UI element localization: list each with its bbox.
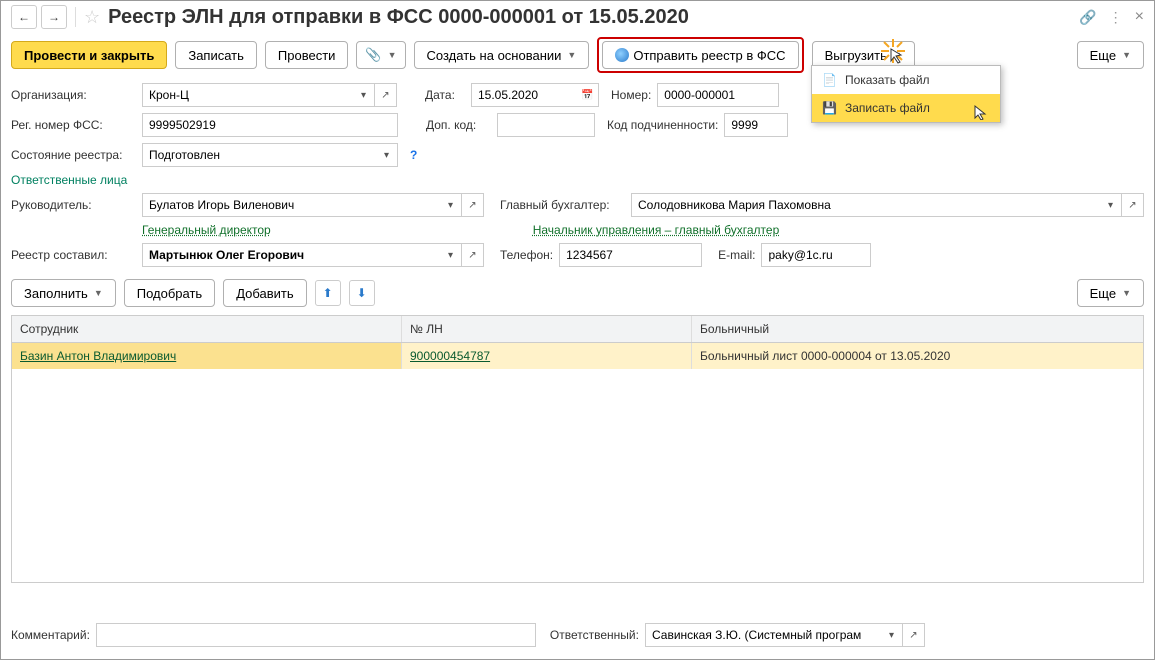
col-sick-leave[interactable]: Больничный: [692, 316, 1143, 342]
pick-button[interactable]: Подобрать: [124, 279, 215, 307]
chevron-down-icon: ▼: [94, 288, 103, 298]
responsible-persons-title: Ответственные лица: [11, 173, 1144, 187]
create-based-button[interactable]: Создать на основании ▼: [414, 41, 590, 69]
dropdown-icon[interactable]: ▾: [353, 83, 375, 107]
menu-item-label: Записать файл: [845, 101, 930, 115]
move-down-button[interactable]: ⬇: [349, 280, 375, 306]
add-button[interactable]: Добавить: [223, 279, 306, 307]
menu-item-show-file[interactable]: 📄 Показать файл: [812, 66, 1000, 94]
globe-icon: [615, 48, 629, 62]
head-position-link[interactable]: Генеральный директор: [142, 223, 271, 237]
sick-leave-cell: Больничный лист 0000-000004 от 13.05.202…: [692, 343, 1143, 369]
chief-acc-input[interactable]: [631, 193, 1100, 217]
post-and-close-button[interactable]: Провести и закрыть: [11, 41, 167, 69]
table-empty-area: [12, 369, 1143, 582]
nav-back-button[interactable]: ←: [11, 5, 37, 29]
chevron-down-icon: ▼: [567, 50, 576, 60]
chief-acc-label: Главный бухгалтер:: [500, 198, 625, 212]
dop-code-label: Доп. код:: [426, 118, 491, 132]
menu-item-write-file[interactable]: 💾 Записать файл: [812, 94, 1000, 122]
favorite-icon[interactable]: ☆: [84, 7, 100, 28]
chevron-down-icon: ▼: [893, 50, 902, 60]
reg-fss-label: Рег. номер ФСС:: [11, 118, 136, 132]
open-icon[interactable]: ↗: [903, 623, 925, 647]
arrow-down-icon: ⬇: [357, 286, 367, 300]
page-title: Реестр ЭЛН для отправки в ФСС 0000-00000…: [108, 6, 1075, 29]
dropdown-icon[interactable]: ▾: [1100, 193, 1122, 217]
acc-position-link[interactable]: Начальник управления – главный бухгалтер: [533, 223, 780, 237]
more-label: Еще: [1090, 48, 1116, 63]
link-icon[interactable]: 🔗: [1079, 9, 1096, 26]
save-icon: 💾: [822, 101, 837, 115]
state-input[interactable]: [142, 143, 376, 167]
comment-input[interactable]: [96, 623, 536, 647]
chevron-down-icon: ▼: [1122, 50, 1131, 60]
post-button[interactable]: Провести: [265, 41, 349, 69]
table-header: Сотрудник № ЛН Больничный: [12, 316, 1143, 343]
reg-fss-input[interactable]: [142, 113, 398, 137]
create-based-label: Создать на основании: [427, 48, 562, 63]
email-input[interactable]: [761, 243, 871, 267]
date-input[interactable]: [471, 83, 577, 107]
paperclip-icon: 📎: [365, 47, 381, 63]
open-icon[interactable]: ↗: [1122, 193, 1144, 217]
open-icon[interactable]: ↗: [462, 193, 484, 217]
calendar-icon[interactable]: 📅: [577, 83, 599, 107]
more-button[interactable]: Еще ▼: [1077, 41, 1144, 69]
highlighted-send-button-frame: Отправить реестр в ФСС: [597, 37, 803, 73]
phone-label: Телефон:: [500, 248, 553, 262]
dropdown-icon[interactable]: ▾: [440, 193, 462, 217]
number-label: Номер:: [611, 88, 651, 102]
nav-separator: [75, 7, 76, 27]
responsible-label: Ответственный:: [550, 628, 639, 642]
compiled-by-input[interactable]: [142, 243, 440, 267]
number-input[interactable]: [657, 83, 779, 107]
date-label: Дата:: [425, 88, 465, 102]
table-row[interactable]: Базин Антон Владимирович 900000454787 Бо…: [12, 343, 1143, 369]
org-label: Организация:: [11, 88, 136, 102]
arrow-up-icon: ⬆: [323, 286, 333, 300]
comment-label: Комментарий:: [11, 628, 90, 642]
col-ln-number[interactable]: № ЛН: [402, 316, 692, 342]
fill-label: Заполнить: [24, 286, 88, 301]
send-fss-label: Отправить реестр в ФСС: [633, 48, 785, 63]
table: Сотрудник № ЛН Больничный Базин Антон Вл…: [11, 315, 1144, 583]
dropdown-icon[interactable]: ▾: [440, 243, 462, 267]
subord-label: Код подчиненности:: [607, 118, 718, 132]
chevron-down-icon: ▼: [1122, 288, 1131, 298]
export-menu: 📄 Показать файл 💾 Записать файл: [811, 65, 1001, 123]
dropdown-icon[interactable]: ▾: [881, 623, 903, 647]
employee-link[interactable]: Базин Антон Владимирович: [20, 349, 176, 363]
responsible-input[interactable]: [645, 623, 881, 647]
send-fss-button[interactable]: Отправить реестр в ФСС: [602, 41, 798, 69]
phone-input[interactable]: [559, 243, 702, 267]
head-input[interactable]: [142, 193, 440, 217]
help-icon[interactable]: ?: [410, 148, 417, 162]
col-employee[interactable]: Сотрудник: [12, 316, 402, 342]
dropdown-icon[interactable]: ▾: [376, 143, 398, 167]
subord-input[interactable]: [724, 113, 788, 137]
save-button[interactable]: Записать: [175, 41, 257, 69]
close-icon[interactable]: ×: [1135, 8, 1144, 26]
email-label: E-mail:: [718, 248, 755, 262]
ln-link[interactable]: 900000454787: [410, 349, 490, 363]
export-label: Выгрузить: [825, 48, 887, 63]
open-icon[interactable]: ↗: [375, 83, 397, 107]
compiled-by-label: Реестр составил:: [11, 248, 136, 262]
dop-code-input[interactable]: [497, 113, 595, 137]
fill-button[interactable]: Заполнить ▼: [11, 279, 116, 307]
page-icon: 📄: [822, 73, 837, 87]
table-more-button[interactable]: Еще ▼: [1077, 279, 1144, 307]
move-up-button[interactable]: ⬆: [315, 280, 341, 306]
kebab-icon[interactable]: ⋮: [1109, 9, 1123, 26]
table-more-label: Еще: [1090, 286, 1116, 301]
open-icon[interactable]: ↗: [462, 243, 484, 267]
head-label: Руководитель:: [11, 198, 136, 212]
state-label: Состояние реестра:: [11, 148, 136, 162]
nav-forward-button[interactable]: →: [41, 5, 67, 29]
org-input[interactable]: [142, 83, 353, 107]
attach-button[interactable]: 📎▼: [356, 41, 405, 69]
chevron-down-icon: ▼: [388, 50, 397, 60]
menu-item-label: Показать файл: [845, 73, 930, 87]
